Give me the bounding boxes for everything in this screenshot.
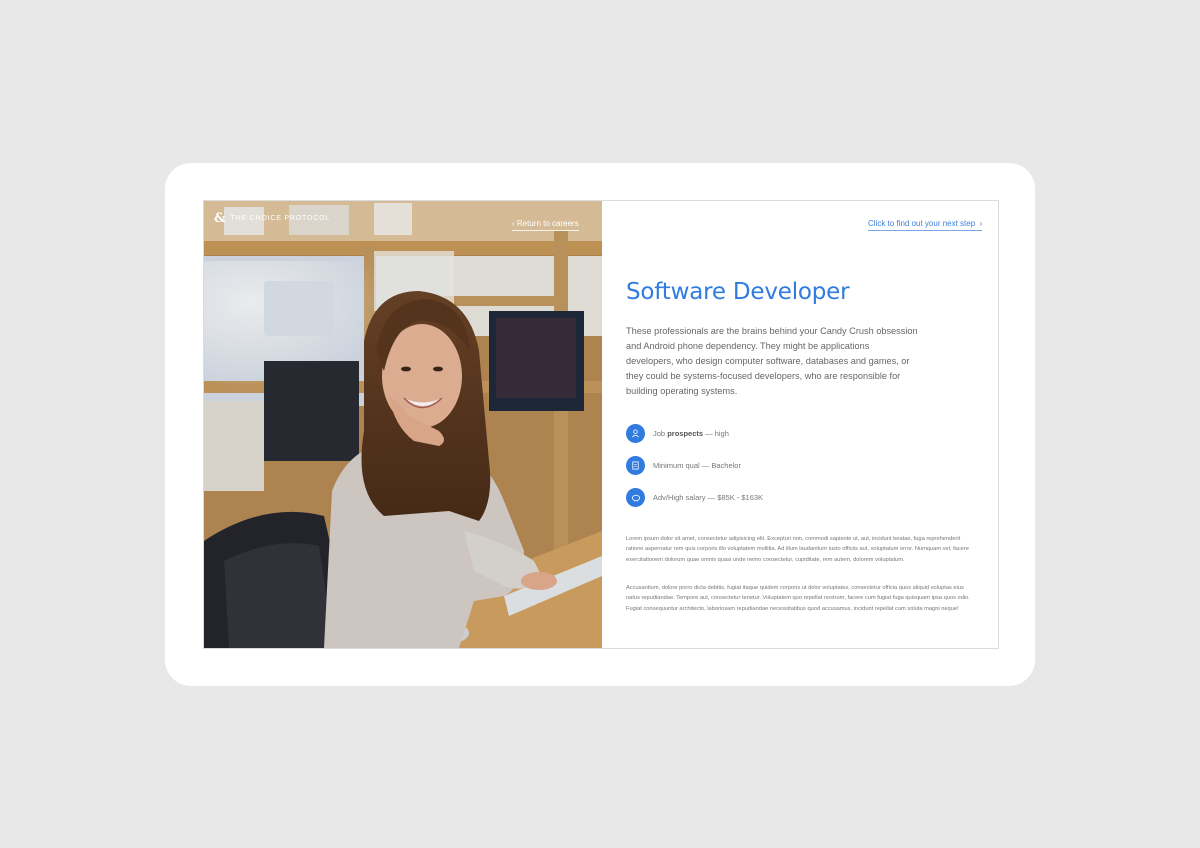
career-details: Click to find out your next step › Softw… [602, 201, 998, 648]
office-photo-illustration [204, 201, 602, 648]
return-to-careers-label: Return to careers [516, 219, 579, 228]
document-icon [626, 455, 645, 475]
career-description: These professionals are the brains behin… [626, 326, 918, 396]
body-paragraph: Accusantium, dolore porro dicta debitis,… [626, 585, 970, 612]
fact-job-prospects: Job prospects — high [626, 423, 763, 443]
fact-label: Minimum qual — Bachelor [653, 460, 741, 470]
person-icon [626, 423, 645, 443]
page-title: Software Developer [626, 279, 850, 305]
next-step-label: Click to find out your next step [868, 219, 976, 228]
brand-logo[interactable]: & THE CHOICE PROTOCOL [214, 211, 330, 226]
fact-salary: Adv/High salary — $85K - $163K [626, 487, 763, 507]
ampersand-logo-icon: & [214, 211, 227, 226]
body-paragraph: Lorem ipsum dolor sit amet, consectetur … [626, 536, 969, 563]
piggy-bank-icon [626, 487, 645, 507]
career-photo: & THE CHOICE PROTOCOL ‹ Return to career… [204, 201, 602, 648]
career-page: & THE CHOICE PROTOCOL ‹ Return to career… [203, 200, 999, 649]
fact-label: Adv/High salary — $85K - $163K [653, 492, 764, 502]
fact-label: Job prospects — high [653, 428, 729, 438]
fact-minimum-qual: Minimum qual — Bachelor [626, 455, 763, 475]
chevron-left-icon: ‹ [512, 219, 515, 228]
next-step-link[interactable]: Click to find out your next step › [868, 219, 983, 231]
return-to-careers-link[interactable]: ‹ Return to careers [512, 219, 579, 231]
career-facts: Job prospects — high Minimum qual — Bach… [626, 423, 763, 519]
brand-name: THE CHOICE PROTOCOL [230, 215, 331, 222]
chevron-right-icon: › [977, 219, 983, 228]
